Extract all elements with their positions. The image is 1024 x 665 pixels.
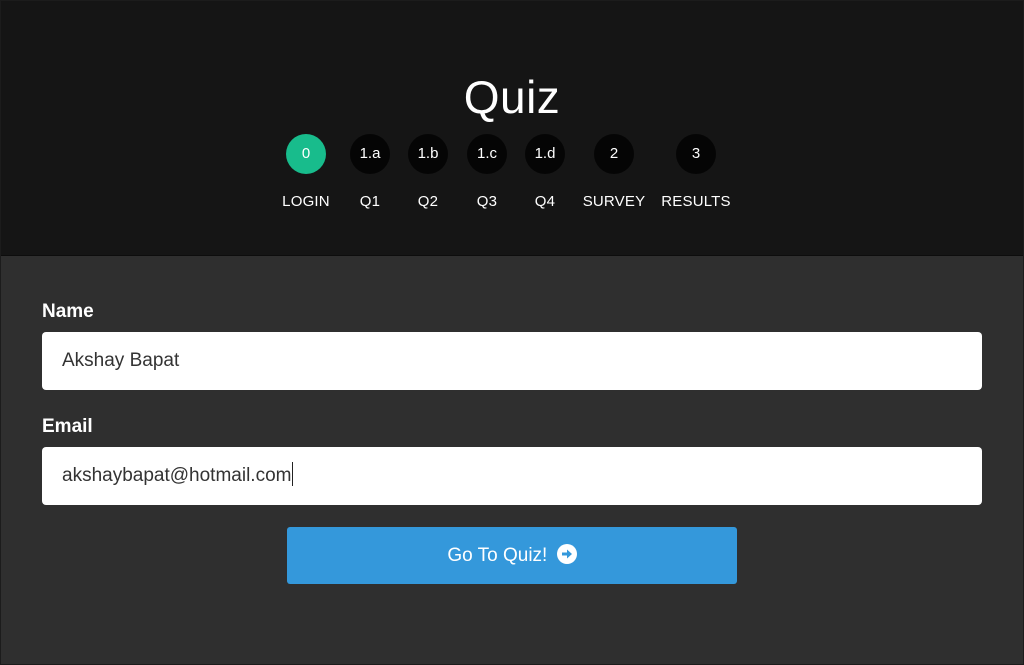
email-label: Email [42,416,93,437]
step-label: RESULTS [661,193,731,210]
step-circle: 3 [676,134,716,174]
go-to-quiz-button[interactable]: Go To Quiz! [287,527,737,584]
step-label: SURVEY [582,193,646,210]
arrow-circle-right-icon [556,543,577,564]
text-caret [292,462,294,487]
email-input[interactable]: akshaybapat@hotmail.com [42,447,982,505]
name-label: Name [42,301,94,322]
step-results[interactable]: 3 RESULTS [651,134,741,212]
step-circle: 2 [594,134,634,174]
go-to-quiz-label: Go To Quiz! [447,545,548,566]
quiz-window: Quiz 0 LOGIN 1.a Q1 1.b Q2 1.c Q3 1.d Q4… [0,0,1024,665]
email-input-value: akshaybapat@hotmail.com [62,465,292,486]
step-circle: 0 [286,134,326,174]
page-title: Quiz [463,71,561,123]
name-input-value: Akshay Bapat [62,350,180,371]
header: Quiz 0 LOGIN 1.a Q1 1.b Q2 1.c Q3 1.d Q4… [1,1,1023,256]
step-circle: 1.d [525,134,565,174]
name-input[interactable]: Akshay Bapat [42,332,982,390]
step-survey[interactable]: 2 SURVEY [569,134,659,212]
